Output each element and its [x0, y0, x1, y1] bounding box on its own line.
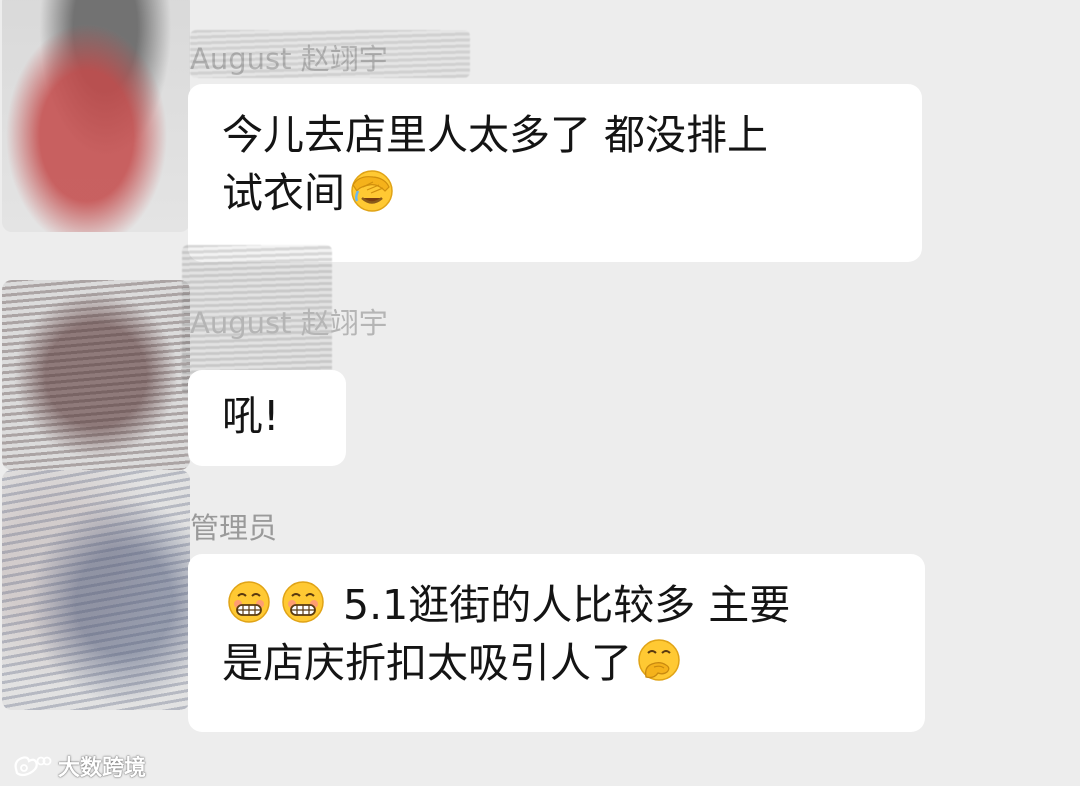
message-text: 今儿去店里人太多了 都没排上 [222, 111, 769, 159]
chat-window: August 赵翊宇 今儿去店里人太多了 都没排上 试衣间 August 赵翊宇… [0, 0, 1080, 786]
grinning-face-icon [228, 581, 270, 623]
message-text: 5.1逛街的人比较多 主要 [343, 581, 791, 629]
redaction-scribble [190, 30, 470, 78]
avatar-august[interactable] [2, 0, 190, 232]
watermark: 大数跨境 [12, 750, 146, 782]
facepalm-icon [351, 170, 393, 212]
avatar-admin[interactable] [2, 470, 190, 710]
sender-name: August 赵翊宇 [190, 306, 388, 340]
weibo-logo-icon [14, 756, 52, 777]
message-bubble[interactable]: 吼! [188, 370, 346, 466]
watermark-text: 大数跨境 [58, 756, 147, 781]
message-text: 试衣间 [222, 169, 345, 217]
message-bubble[interactable]: 今儿去店里人太多了 都没排上 试衣间 [188, 84, 922, 262]
hand-over-mouth-icon [638, 639, 680, 681]
message-text: 吼! [222, 392, 280, 440]
grinning-face-icon [282, 581, 324, 623]
avatar-august[interactable] [2, 280, 190, 470]
sender-name: 管理员 [190, 511, 278, 545]
message-bubble[interactable]: 5.1逛街的人比较多 主要 是店庆折扣太吸引人了 [188, 554, 925, 732]
message-text: 是店庆折扣太吸引人了 [222, 639, 632, 687]
